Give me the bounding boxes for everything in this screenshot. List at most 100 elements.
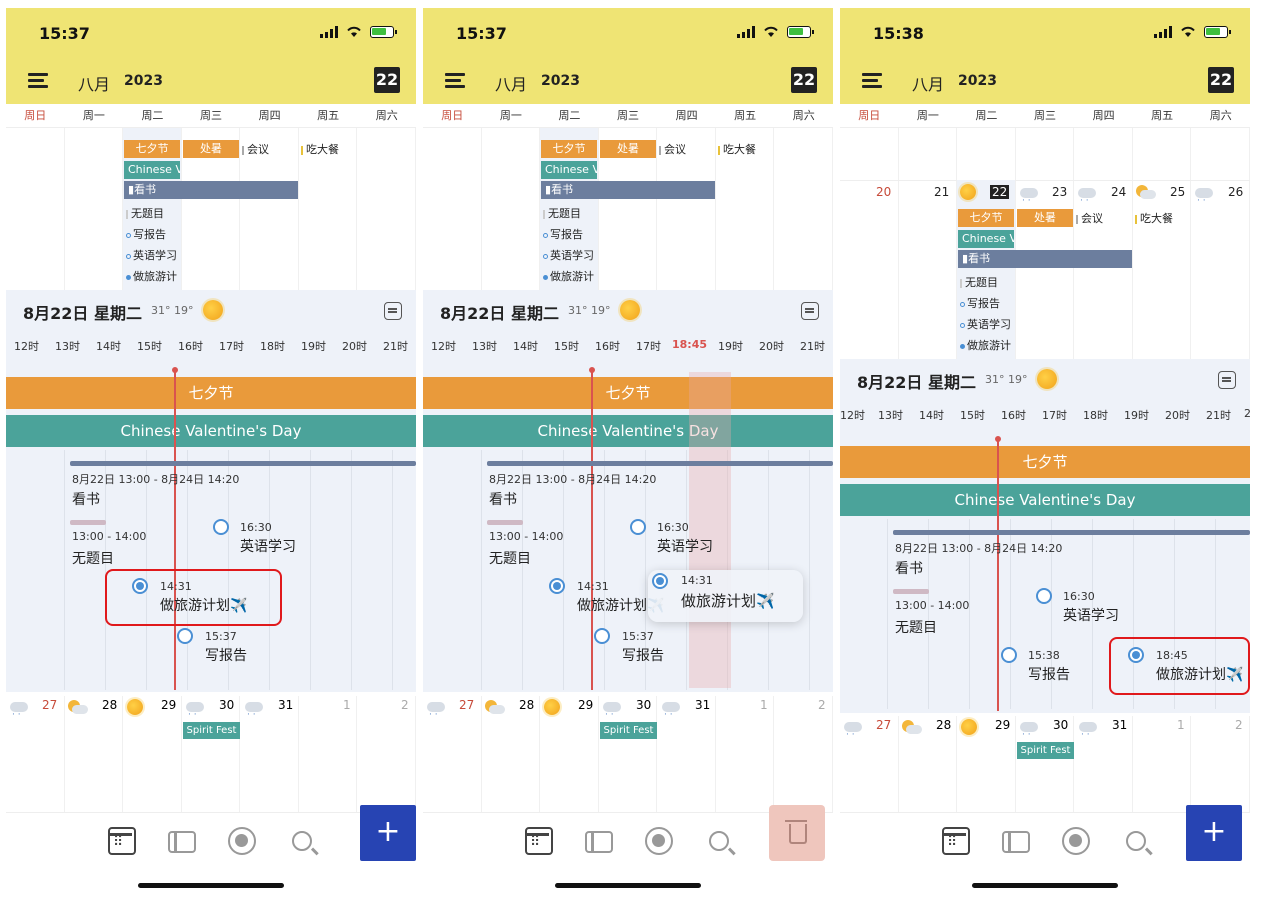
event-english[interactable]: 英语学习 [960,316,1011,332]
report-title[interactable]: 写报告 [1028,664,1070,684]
menu-icon[interactable] [28,73,48,88]
day-30[interactable]: 30 [219,698,234,712]
report-status-icon[interactable] [177,628,193,644]
month-week-grid[interactable]: 七夕节 处暑 会议 吃大餐 Chinese V ▮看书 无题目 写报告 英语学习… [6,128,416,298]
next-week-row[interactable]: 27 28 29 30 31 1 2 Spirit Fest [6,696,416,816]
event-untitled[interactable]: 无题目 [960,274,998,290]
menu-icon[interactable] [862,73,882,88]
reading-duration-bar[interactable] [893,530,1250,535]
day-30[interactable]: 30 [1053,718,1068,732]
day-27[interactable]: 27 [42,698,57,712]
next-week-row[interactable]: 27 28 29 30 31 1 2 Spirit Fest [423,696,833,816]
day-27[interactable]: 27 [876,718,891,732]
event-chushu[interactable]: 处暑 [1017,209,1073,227]
event-valentine[interactable]: Chinese V [124,161,180,179]
event-meeting[interactable]: 会议 [1076,210,1103,226]
day-21[interactable]: 21 [934,185,949,199]
report-title[interactable]: 写报告 [205,645,247,665]
day-27[interactable]: 27 [459,698,474,712]
day-28[interactable]: 28 [936,718,951,732]
dragging-event-card[interactable]: 14:31 做旅游计划✈️ [648,570,803,622]
list-view-icon[interactable] [801,302,819,320]
calendar-tab-icon[interactable] [942,827,970,855]
reading-title[interactable]: 看书 [489,489,517,509]
english-status-icon[interactable] [213,519,229,535]
english-status-icon[interactable] [1036,588,1052,604]
event-qixi[interactable]: 七夕节 [124,140,180,158]
day-20[interactable]: 20 [876,185,891,199]
focus-tab-icon[interactable] [645,827,673,855]
event-travel[interactable]: 做旅游计 [960,337,1011,353]
event-dinner[interactable]: 吃大餐 [301,141,339,157]
day-1[interactable]: 1 [343,698,351,712]
list-view-icon[interactable] [384,302,402,320]
today-button[interactable]: 22 [374,67,400,93]
calendar-tab-icon[interactable] [108,827,136,855]
search-tab-icon[interactable] [292,831,312,851]
report-status-icon[interactable] [1001,647,1017,663]
untitled-title[interactable]: 无题目 [72,548,114,568]
search-tab-icon[interactable] [709,831,729,851]
event-report[interactable]: 写报告 [960,295,1000,311]
banner-qixi[interactable]: 七夕节 [423,377,833,409]
untitled-duration-bar[interactable] [70,520,106,525]
event-reading[interactable]: ▮看书 [124,181,298,199]
calendar-tab-icon[interactable] [525,827,553,855]
reading-title[interactable]: 看书 [72,489,100,509]
travel-status-icon[interactable] [549,578,565,594]
day-22[interactable]: 22 [990,185,1010,199]
reading-duration-bar[interactable] [70,461,416,466]
month-week-grid[interactable]: 七夕节 处暑 会议 吃大餐 Chinese V ▮看书 无题目 写报告 英语学习… [423,128,833,298]
event-travel[interactable]: 做旅游计 [126,268,177,284]
event-untitled[interactable]: 无题目 [126,205,164,221]
english-title[interactable]: 英语学习 [240,536,296,556]
day-31[interactable]: 31 [1112,718,1127,732]
reading-title[interactable]: 看书 [895,558,923,578]
event-english[interactable]: 英语学习 [126,247,177,263]
event-chushu[interactable]: 处暑 [600,140,656,158]
event-chushu[interactable]: 处暑 [183,140,239,158]
board-tab-icon[interactable] [585,831,613,853]
english-title[interactable]: 英语学习 [1063,605,1119,625]
banner-valentine[interactable]: Chinese Valentine's Day [423,415,833,447]
untitled-duration-bar[interactable] [487,520,523,525]
english-title[interactable]: 英语学习 [657,536,713,556]
menu-icon[interactable] [445,73,465,88]
event-reading[interactable]: ▮看书 [958,250,1132,268]
untitled-title[interactable]: 无题目 [895,617,937,637]
report-title[interactable]: 写报告 [622,645,664,665]
add-event-button[interactable]: + [1186,805,1242,861]
untitled-title[interactable]: 无题目 [489,548,531,568]
board-tab-icon[interactable] [1002,831,1030,853]
event-report[interactable]: 写报告 [543,226,583,242]
search-tab-icon[interactable] [1126,831,1146,851]
report-status-icon[interactable] [594,628,610,644]
month-week-grid[interactable]: 20 21 22 23 24 25 26 七夕节 处暑 会议 吃大餐 Chine… [840,128,1250,368]
day-29[interactable]: 29 [161,698,176,712]
trash-icon[interactable] [769,805,825,861]
day-25[interactable]: 25 [1170,185,1185,199]
day-2[interactable]: 2 [1235,718,1243,732]
day-30[interactable]: 30 [636,698,651,712]
event-travel[interactable]: 做旅游计 [543,268,594,284]
day-24[interactable]: 24 [1111,185,1126,199]
event-dinner[interactable]: 吃大餐 [718,141,756,157]
event-english[interactable]: 英语学习 [543,247,594,263]
event-meeting[interactable]: 会议 [242,141,269,157]
day-31[interactable]: 31 [278,698,293,712]
event-dinner[interactable]: 吃大餐 [1135,210,1173,226]
event-reading[interactable]: ▮看书 [541,181,715,199]
event-spirit-fest[interactable]: Spirit Fest [183,722,240,739]
today-button[interactable]: 22 [791,67,817,93]
event-spirit-fest[interactable]: Spirit Fest [1017,742,1074,759]
banner-qixi[interactable]: 七夕节 [840,446,1250,478]
day-2[interactable]: 2 [818,698,826,712]
untitled-duration-bar[interactable] [893,589,929,594]
board-tab-icon[interactable] [168,831,196,853]
day-28[interactable]: 28 [519,698,534,712]
day-1[interactable]: 1 [1177,718,1185,732]
day-23[interactable]: 23 [1052,185,1067,199]
add-event-button[interactable]: + [360,805,416,861]
day-2[interactable]: 2 [401,698,409,712]
day-29[interactable]: 29 [578,698,593,712]
